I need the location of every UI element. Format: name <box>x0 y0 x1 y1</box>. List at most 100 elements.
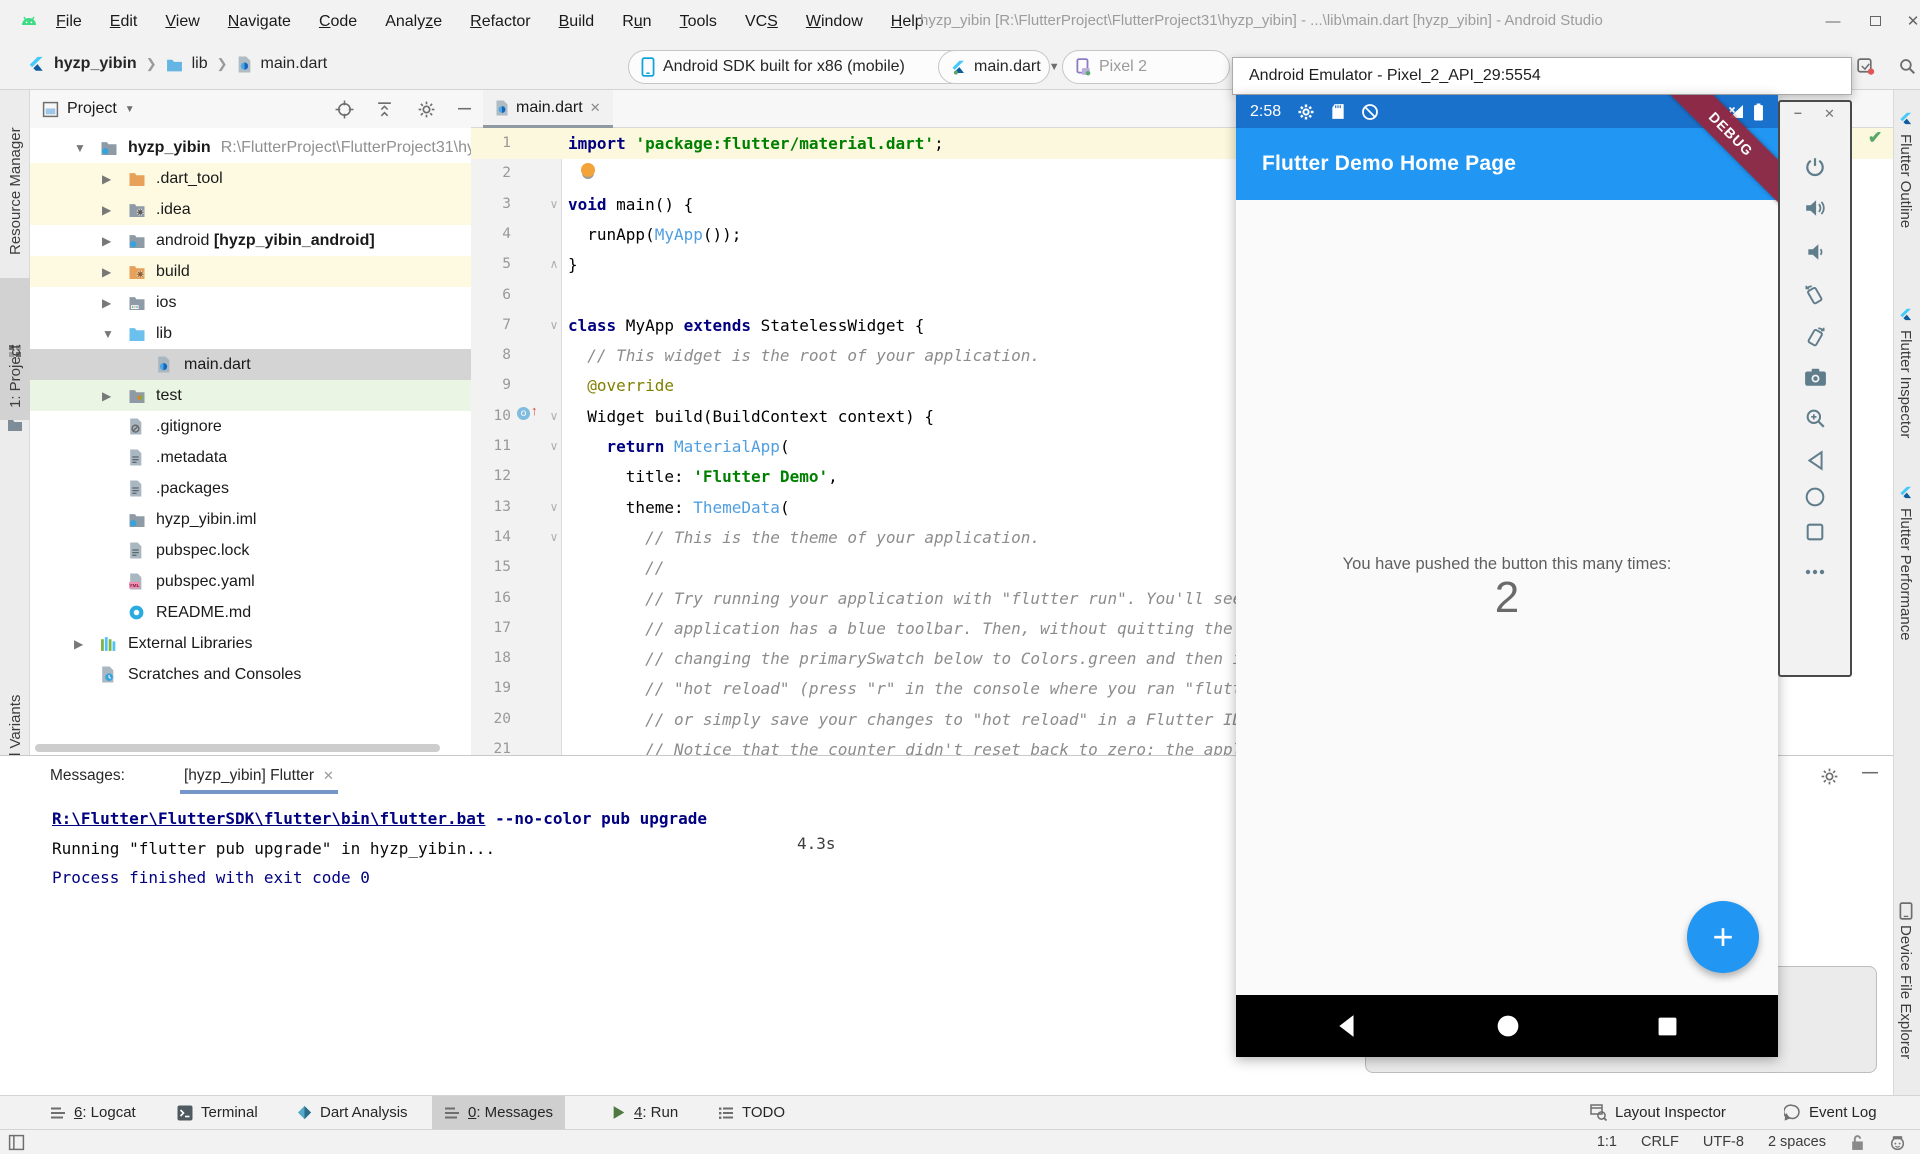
tree-item-external-libraries[interactable]: ▶External Libraries <box>30 628 471 659</box>
menu-code[interactable]: Code <box>307 9 369 35</box>
indent-setting[interactable]: 2 spaces <box>1768 1134 1826 1150</box>
emu-power-button[interactable] <box>1802 154 1828 180</box>
collapse-all-icon[interactable] <box>375 100 394 119</box>
fab-add-button[interactable]: + <box>1687 901 1759 973</box>
fold-marker-icon[interactable]: ∧ <box>547 249 561 280</box>
toolwindow-button-todo[interactable]: TODO <box>706 1096 797 1129</box>
toolwindow-toggle-icon[interactable] <box>8 1134 25 1151</box>
toolwindow-button-event-log[interactable]: Event Log <box>1772 1096 1889 1129</box>
menu-vcs[interactable]: VCS <box>733 9 790 35</box>
sidebar-item-flutter-performance[interactable]: Flutter Performance <box>1897 508 1914 641</box>
menu-run[interactable]: Run <box>610 9 663 35</box>
device-mirror-button[interactable]: Pixel 2 <box>1062 50 1230 84</box>
emu-volume-up-button[interactable] <box>1802 195 1828 221</box>
menu-tools[interactable]: Tools <box>668 9 729 35</box>
emu-volume-down-button[interactable] <box>1802 239 1828 265</box>
sync-icon[interactable] <box>1856 57 1875 76</box>
fold-marker-icon[interactable]: ∨ <box>547 401 561 432</box>
locate-icon[interactable] <box>335 100 354 119</box>
expand-arrow-icon[interactable]: ▶ <box>102 172 111 186</box>
tree-item-scratches-and-consoles[interactable]: Scratches and Consoles <box>30 659 471 690</box>
toolwindow-button-0-messages[interactable]: 0: Messages <box>432 1096 565 1129</box>
collapse-arrow-icon[interactable]: ▼ <box>74 141 86 155</box>
breadcrumb-lib[interactable]: lib <box>192 55 208 73</box>
caret-position[interactable]: 1:1 <box>1597 1134 1617 1150</box>
tree-item--gitignore[interactable]: .gitignore <box>30 411 471 442</box>
tree-item-readme-md[interactable]: README.md <box>30 597 471 628</box>
tab-main-dart[interactable]: main.dart ✕ <box>483 90 613 128</box>
expand-arrow-icon[interactable]: ▶ <box>102 265 111 279</box>
file-encoding[interactable]: UTF-8 <box>1703 1134 1744 1150</box>
gear-icon[interactable] <box>417 100 436 119</box>
console-link[interactable]: R:\Flutter\FlutterSDK\flutter\bin\flutte… <box>52 809 485 828</box>
tree-item-hyzp-yibin-iml[interactable]: hyzp_yibin.iml <box>30 504 471 535</box>
toolwindow-button-dart-analysis[interactable]: Dart Analysis <box>285 1096 420 1129</box>
toolwindow-button-layout-inspector[interactable]: Layout Inspector <box>1578 1096 1738 1129</box>
project-panel-title[interactable]: Project <box>67 100 117 118</box>
sidebar-item-device-file-explorer[interactable]: Device File Explorer <box>1897 925 1914 1059</box>
fold-marker-icon[interactable]: ∨ <box>547 522 561 553</box>
emu-more-button[interactable] <box>1802 559 1828 585</box>
emu-home-button[interactable] <box>1802 484 1828 510</box>
emulator-close-button[interactable]: ✕ <box>1824 106 1835 122</box>
window-minimize-button[interactable]: — <box>1818 8 1848 34</box>
search-icon[interactable] <box>1898 57 1917 76</box>
tree-item-build[interactable]: ▶build <box>30 256 471 287</box>
expand-arrow-icon[interactable]: ▶ <box>102 234 111 248</box>
tree-item-android[interactable]: ▶android [hyzp_yibin_android] <box>30 225 471 256</box>
close-icon[interactable]: ✕ <box>590 100 601 116</box>
menu-view[interactable]: View <box>153 9 211 35</box>
unlock-icon[interactable] <box>1850 1134 1865 1151</box>
window-maximize-button[interactable] <box>1860 8 1890 34</box>
emu-back-button[interactable] <box>1802 447 1828 473</box>
nav-home-icon[interactable] <box>1496 1014 1520 1038</box>
window-close-button[interactable]: ✕ <box>1898 8 1920 34</box>
tree-item-hyzp-yibin[interactable]: ▼hyzp_yibinR:\FlutterProject\FlutterProj… <box>30 132 471 163</box>
tree-item--dart-tool[interactable]: ▶.dart_tool <box>30 163 471 194</box>
emulator-minimize-button[interactable]: – <box>1794 104 1802 120</box>
tree-item-lib[interactable]: ▼lib <box>30 318 471 349</box>
sidebar-item-flutter-outline[interactable]: Flutter Outline <box>1897 134 1914 228</box>
emu-camera-button[interactable] <box>1802 364 1828 390</box>
tree-item-ios[interactable]: ▶ios <box>30 287 471 318</box>
emulator-screen[interactable]: 2:58 Flutter Demo Home Page DEBUG You ha… <box>1236 95 1778 1057</box>
emu-overview-button[interactable] <box>1802 519 1828 545</box>
emu-rotate-left-button[interactable] <box>1802 282 1828 308</box>
emulator-titlebar[interactable]: Android Emulator - Pixel_2_API_29:5554 <box>1232 57 1852 95</box>
expand-arrow-icon[interactable]: ▶ <box>74 637 83 651</box>
toolwindow-button-6-logcat[interactable]: 6: Logcat <box>38 1096 148 1129</box>
fold-marker-icon[interactable]: ∨ <box>547 310 561 341</box>
menu-navigate[interactable]: Navigate <box>216 9 303 35</box>
sidebar-item-flutter-inspector[interactable]: Flutter Inspector <box>1897 330 1914 438</box>
emu-zoom-button[interactable] <box>1802 405 1828 431</box>
tree-item-test[interactable]: ▶test <box>30 380 471 411</box>
menu-build[interactable]: Build <box>547 9 607 35</box>
user-agent-icon[interactable] <box>1889 1134 1906 1151</box>
tree-item--metadata[interactable]: .metadata <box>30 442 471 473</box>
nav-back-icon[interactable] <box>1336 1014 1358 1038</box>
tree-item-pubspec-lock[interactable]: pubspec.lock <box>30 535 471 566</box>
tree-item-pubspec-yaml[interactable]: YMLpubspec.yaml <box>30 566 471 597</box>
tree-item-main-dart[interactable]: main.dart <box>30 349 471 380</box>
fold-marker-icon[interactable]: ∨ <box>547 431 561 462</box>
emu-rotate-right-button[interactable] <box>1802 324 1828 350</box>
menu-edit[interactable]: Edit <box>98 9 150 35</box>
collapse-arrow-icon[interactable]: ▼ <box>102 327 114 341</box>
toolwindow-button-terminal[interactable]: Terminal <box>165 1096 270 1129</box>
sidebar-item-project[interactable]: 1: Project <box>7 345 24 408</box>
tab-flutter-console[interactable]: [hyzp_yibin] Flutter ✕ <box>180 756 338 796</box>
breadcrumb-project[interactable]: hyzp_yibin <box>54 55 137 73</box>
menu-analyze[interactable]: Analyze <box>373 9 454 35</box>
fold-marker-icon[interactable]: ∨ <box>547 189 561 220</box>
line-ending[interactable]: CRLF <box>1641 1134 1679 1150</box>
run-config-dropdown[interactable]: main.dart ▼ <box>938 50 1050 84</box>
breadcrumb-file[interactable]: main.dart <box>261 55 328 73</box>
fold-marker-icon[interactable]: ∨ <box>547 492 561 523</box>
menu-refactor[interactable]: Refactor <box>458 9 542 35</box>
horizontal-scrollbar[interactable] <box>35 744 440 752</box>
toolwindow-button-4-run[interactable]: 4: Run <box>600 1096 690 1129</box>
expand-arrow-icon[interactable]: ▶ <box>102 389 111 403</box>
inspection-ok-icon[interactable]: ✔ <box>1868 128 1882 148</box>
tree-item--packages[interactable]: .packages <box>30 473 471 504</box>
expand-arrow-icon[interactable]: ▶ <box>102 203 111 217</box>
